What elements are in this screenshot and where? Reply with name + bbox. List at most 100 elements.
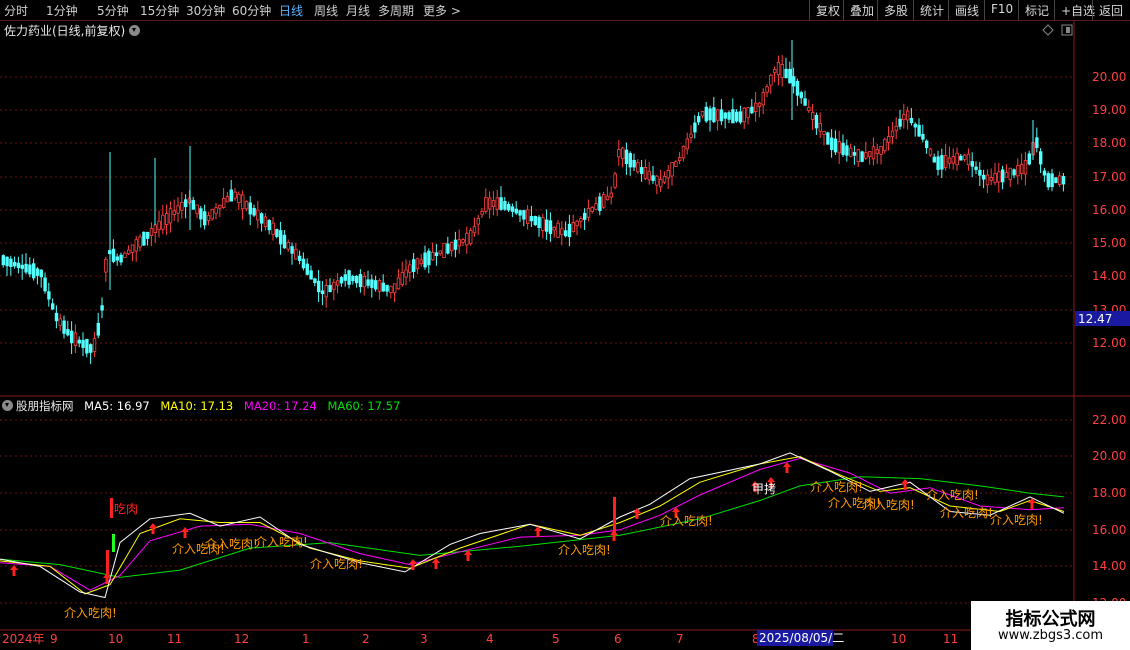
candle-body bbox=[1061, 176, 1066, 185]
candle-body bbox=[100, 305, 104, 311]
candle-body bbox=[377, 280, 382, 292]
candle-body bbox=[837, 141, 841, 154]
candle-body bbox=[704, 106, 708, 122]
candle-body bbox=[799, 92, 803, 99]
time-axis-label: 10 bbox=[891, 632, 906, 646]
candle-body bbox=[286, 241, 290, 250]
candle-body bbox=[12, 261, 17, 267]
buy-arrows bbox=[10, 462, 1036, 584]
candle-body bbox=[442, 242, 446, 258]
candle-body bbox=[411, 259, 416, 272]
candle-body bbox=[1004, 172, 1009, 178]
price-axis-label: 17.00 bbox=[1092, 170, 1126, 184]
signal-bar-red bbox=[110, 498, 113, 518]
candle-body bbox=[556, 222, 560, 238]
candle-body bbox=[913, 123, 917, 128]
candle-body bbox=[773, 69, 777, 73]
candle-body bbox=[921, 134, 925, 140]
candle-body bbox=[940, 155, 944, 170]
candle-body bbox=[548, 220, 553, 235]
chart-canvas[interactable]: 20.00 19.00 18.00 17.00 16.00 15.00 14.0… bbox=[0, 0, 1130, 650]
candle-body bbox=[617, 149, 621, 158]
price-axis-label: 18.00 bbox=[1092, 136, 1126, 150]
candle-body bbox=[738, 111, 743, 123]
indicator-axis-label: 14.00 bbox=[1092, 559, 1126, 573]
price-axis-label: 19.00 bbox=[1092, 103, 1126, 117]
diamond-icon[interactable] bbox=[1042, 24, 1054, 36]
indicator-menu-icon[interactable] bbox=[2, 400, 13, 411]
candle-body bbox=[465, 232, 469, 246]
ma20-value: MA20: 17.24 bbox=[243, 399, 317, 413]
candle-body bbox=[328, 284, 332, 293]
candle-body bbox=[928, 148, 933, 156]
candle-body bbox=[575, 220, 579, 227]
candle-body bbox=[427, 250, 431, 266]
candle-body bbox=[970, 161, 974, 167]
candle-body bbox=[746, 107, 750, 118]
candle-body bbox=[396, 277, 401, 290]
indicator-name[interactable]: 股朋指标网 bbox=[16, 399, 74, 413]
candle-body bbox=[662, 176, 667, 183]
candle-body bbox=[358, 274, 363, 288]
candle-body bbox=[221, 198, 226, 208]
window-icon-inner bbox=[1066, 27, 1070, 33]
signal-bar-red bbox=[613, 497, 616, 533]
candle-body bbox=[643, 167, 648, 180]
candle-body bbox=[438, 250, 442, 255]
time-axis-label: 9 bbox=[50, 632, 58, 646]
candle-body bbox=[92, 338, 97, 352]
candle-body bbox=[343, 274, 347, 281]
time-axis-label: 1 bbox=[302, 632, 310, 646]
candle-body bbox=[415, 258, 420, 270]
signal-label: 介入吃肉! bbox=[205, 537, 258, 551]
candle-body bbox=[906, 110, 910, 121]
candle-body bbox=[20, 264, 24, 269]
candle-body bbox=[1012, 169, 1016, 176]
candle-body bbox=[43, 277, 47, 292]
candle-body bbox=[316, 280, 321, 293]
buy-arrow-icon bbox=[783, 462, 791, 473]
candle-body bbox=[495, 197, 499, 210]
candle-body bbox=[864, 152, 868, 159]
candle-body bbox=[96, 322, 100, 336]
candle-body bbox=[856, 149, 860, 162]
candle-body bbox=[267, 220, 271, 231]
time-axis-label: 3 bbox=[420, 632, 428, 646]
signal-label: 介入吃肉! bbox=[926, 488, 979, 502]
signal-label: 介入吃肉! bbox=[558, 543, 611, 557]
candle-body bbox=[275, 229, 279, 238]
price-axis-label: 12.00 bbox=[1092, 336, 1126, 350]
candle-body bbox=[655, 175, 659, 186]
signal-bar-green bbox=[112, 534, 115, 552]
candle-body bbox=[66, 329, 70, 336]
candle-body bbox=[567, 223, 572, 238]
candle-body bbox=[47, 291, 51, 300]
candle-body bbox=[503, 201, 507, 210]
candle-body bbox=[526, 209, 530, 225]
candle-body bbox=[1039, 151, 1043, 165]
candle-body bbox=[248, 202, 252, 215]
candle-body bbox=[81, 339, 85, 348]
buy-arrow-icon bbox=[432, 558, 440, 569]
indicator-axis-label: 22.00 bbox=[1092, 413, 1126, 427]
candle-body bbox=[947, 157, 952, 164]
candle-body bbox=[142, 231, 146, 246]
candle-body bbox=[134, 239, 138, 252]
candle-body bbox=[761, 92, 765, 106]
time-axis-label: 2 bbox=[362, 632, 370, 646]
candle-body bbox=[845, 145, 849, 156]
candle-body bbox=[339, 277, 344, 284]
candle-body bbox=[218, 204, 222, 209]
indicator-legend: 股朋指标网 MA5: 16.97 MA10: 17.13 MA20: 17.24… bbox=[2, 398, 407, 414]
candle-body bbox=[1, 255, 5, 266]
signal-label: 介入吃肉! bbox=[810, 480, 863, 494]
candle-body bbox=[776, 61, 781, 75]
candle-body bbox=[259, 213, 264, 224]
candle-body bbox=[77, 339, 81, 344]
candle-body bbox=[457, 239, 461, 247]
buy-arrow-icon bbox=[633, 508, 641, 519]
candle-body bbox=[381, 282, 385, 292]
candle-body bbox=[430, 252, 435, 261]
candle-body bbox=[887, 136, 891, 143]
price-axis-label: 16.00 bbox=[1092, 203, 1126, 217]
